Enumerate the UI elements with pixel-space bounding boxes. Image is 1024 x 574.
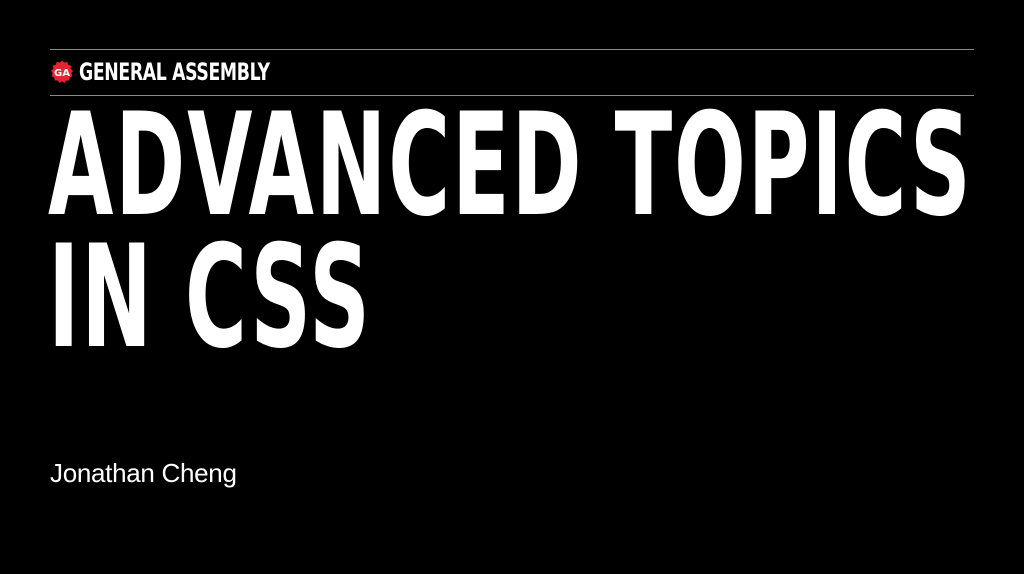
brand-header: GA GENERAL ASSEMBLY bbox=[50, 58, 344, 86]
author-name: Jonathan Cheng bbox=[50, 458, 237, 488]
presentation-slide: GA GENERAL ASSEMBLY ADVANCED TOPICS IN C… bbox=[0, 0, 1024, 574]
brand-name: GENERAL ASSEMBLY bbox=[79, 58, 270, 86]
header-top-divider bbox=[50, 49, 974, 50]
slide-title: ADVANCED TOPICS IN CSS bbox=[48, 83, 973, 380]
title-line-1: ADVANCED TOPICS bbox=[48, 83, 973, 248]
logo-text: GA bbox=[54, 68, 70, 79]
ga-seal-icon: GA bbox=[51, 60, 73, 83]
title-line-2: IN CSS bbox=[48, 215, 372, 380]
